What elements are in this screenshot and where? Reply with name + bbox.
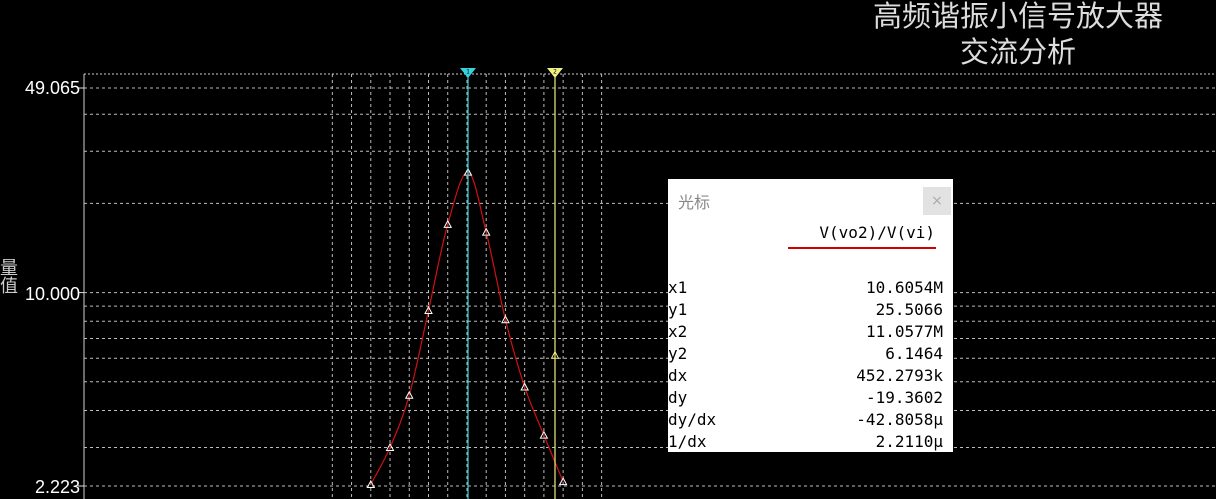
cursor-readout-row: 1/dx 2.2110μ xyxy=(668,432,943,454)
cursor-readout: x1 10.6054M y1 25.5066 x2 11.0577M y2 6.1464 dx 4… xyxy=(668,278,943,454)
cursor-readout-row: y2 6.1464 xyxy=(668,344,943,366)
plot-area: 12 xyxy=(78,68,1216,499)
chart-subtitle: 交流分析 xyxy=(959,35,1076,69)
cursor-panel-title: 光标 xyxy=(678,193,711,212)
cursor-readout-value: 452.2793k xyxy=(856,366,943,385)
cursor-x2-handle-label: 2 xyxy=(553,69,557,76)
cursor-readout-key: dy xyxy=(668,388,688,407)
cursor-readout-key: x1 xyxy=(668,278,688,297)
cursor-readout-key: dx xyxy=(668,366,688,385)
cursor-readout-key: dy/dx xyxy=(668,410,717,429)
cursor-readout-value: -19.3602 xyxy=(865,388,943,407)
y-tick-label-max: 49.065 xyxy=(24,78,80,98)
cursor-readout-value: 10.6054M xyxy=(865,278,943,297)
trace-color-underline xyxy=(788,247,936,249)
cursor-x1-handle-label: 1 xyxy=(466,69,470,76)
cursor-readout-key: x2 xyxy=(668,322,688,341)
cursor-readout-key: y1 xyxy=(668,300,688,319)
cursor-readout-value: 11.0577M xyxy=(865,322,943,341)
cursor-readout-row: dx 452.2793k xyxy=(668,366,943,388)
close-button[interactable]: × xyxy=(923,187,951,215)
cursor-readout-value: 6.1464 xyxy=(885,344,943,363)
chart-title: 高频谐振小信号放大器 xyxy=(872,0,1163,33)
cursor-readout-key: y2 xyxy=(668,344,688,363)
cursor-readout-value: -42.8058μ xyxy=(856,410,943,429)
cursor-readout-value: 25.5066 xyxy=(875,300,943,319)
y-tick-label-min: 2.223 xyxy=(34,477,80,497)
cursor-readout-row: x2 11.0577M xyxy=(668,322,943,344)
y-axis-label: 量值 xyxy=(0,258,18,294)
cursor-panel[interactable]: 光标 × V(vo2)/V(vi) x1 10.6054M y1 25.5066 x2 1… xyxy=(668,179,953,452)
cursor-readout-value: 2.2110μ xyxy=(875,432,943,451)
cursor-readout-key: 1/dx xyxy=(668,432,707,451)
cursor-trace-name: V(vo2)/V(vi) xyxy=(819,223,935,242)
cursor-readout-row: x1 10.6054M xyxy=(668,278,943,300)
cursor-readout-row: dy/dx -42.8058μ xyxy=(668,410,943,432)
cursor-readout-row: y1 25.5066 xyxy=(668,300,943,322)
cursor-readout-row: dy -19.3602 xyxy=(668,388,943,410)
y-tick-label-mid: 10.000 xyxy=(24,284,80,304)
